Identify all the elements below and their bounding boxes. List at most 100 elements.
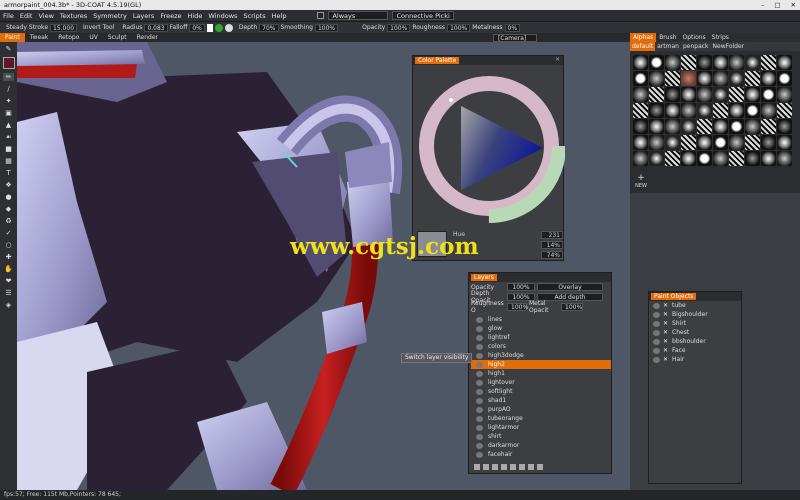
eraser-icon[interactable]: ▣: [3, 109, 14, 117]
alpha-thumbnail[interactable]: [649, 103, 664, 118]
move-up-icon[interactable]: [510, 463, 516, 470]
layer-item[interactable]: glow: [471, 324, 611, 333]
paint-object-item[interactable]: ✕ Hair: [649, 355, 741, 364]
alpha-thumbnail[interactable]: [665, 55, 680, 70]
line-icon[interactable]: ∕: [3, 85, 14, 93]
text-icon[interactable]: T: [3, 169, 14, 177]
paint-object-item[interactable]: ✕ Bigshoulder: [649, 310, 741, 319]
alpha-thumbnail[interactable]: [713, 119, 728, 134]
layer-item[interactable]: softlight: [471, 387, 611, 396]
alpha-thumbnail[interactable]: [697, 87, 712, 102]
roughness-field[interactable]: 100%: [447, 23, 471, 32]
hue-marker[interactable]: [449, 98, 453, 102]
tab-strips[interactable]: Strips: [709, 33, 732, 42]
layer-item-selected[interactable]: high2: [471, 360, 611, 369]
menu-textures[interactable]: Textures: [57, 12, 90, 20]
layer-item[interactable]: purpAO: [471, 405, 611, 414]
eye-icon[interactable]: [476, 352, 483, 359]
eye-icon[interactable]: [476, 370, 483, 377]
layer-item[interactable]: high3dodge: [471, 351, 611, 360]
radius-field[interactable]: 0.083: [144, 23, 168, 32]
lock-x-icon[interactable]: ✕: [663, 328, 668, 337]
falloff-field[interactable]: 0%: [189, 23, 205, 32]
alpha-thumbnail[interactable]: [713, 135, 728, 150]
alpha-thumbnail[interactable]: [681, 87, 696, 102]
tab-render[interactable]: Render: [132, 33, 163, 42]
eye-icon[interactable]: [653, 311, 660, 318]
hand-icon[interactable]: ✋: [3, 265, 14, 273]
airbrush-icon[interactable]: ✦: [3, 97, 14, 105]
always-dropdown[interactable]: Always: [328, 11, 389, 20]
alpha-thumbnail[interactable]: [777, 71, 792, 86]
alpha-thumbnail[interactable]: [665, 103, 680, 118]
white-dot-icon[interactable]: [224, 23, 233, 32]
alpha-thumbnail[interactable]: [665, 135, 680, 150]
layer-item[interactable]: lines: [471, 315, 611, 324]
stamp-icon[interactable]: ■: [3, 145, 14, 153]
layer-item[interactable]: facehair: [471, 450, 611, 459]
duplicate-layer-icon[interactable]: [492, 463, 498, 470]
alpha-thumbnail[interactable]: [681, 119, 696, 134]
folder-default[interactable]: default: [630, 42, 656, 51]
lock-x-icon[interactable]: ✕: [663, 319, 668, 328]
smoothing-field[interactable]: 100%: [314, 23, 339, 32]
alpha-thumbnail[interactable]: [745, 135, 760, 150]
butterfly-icon[interactable]: ❤: [3, 277, 14, 285]
alpha-thumbnail[interactable]: [745, 103, 760, 118]
alpha-thumbnail[interactable]: [633, 135, 648, 150]
alpha-thumbnail[interactable]: [761, 103, 776, 118]
menu-help[interactable]: Help: [269, 12, 290, 20]
metal-opacity-field[interactable]: 100%: [561, 303, 583, 311]
transform-2-icon[interactable]: ◈: [3, 301, 14, 309]
tab-paint[interactable]: Paint: [0, 33, 25, 42]
layer-item[interactable]: lightref: [471, 333, 611, 342]
alpha-thumbnail[interactable]: [777, 119, 792, 134]
alpha-thumbnail[interactable]: [665, 87, 680, 102]
alpha-thumbnail[interactable]: [633, 103, 648, 118]
menu-freeze[interactable]: Freeze: [157, 12, 184, 20]
alpha-thumbnail[interactable]: [633, 71, 648, 86]
alpha-thumbnail[interactable]: [697, 119, 712, 134]
alpha-thumbnail[interactable]: [697, 55, 712, 70]
eye-icon[interactable]: [476, 325, 483, 332]
paint-object-item[interactable]: ✕ Chest: [649, 328, 741, 337]
alpha-thumbnail[interactable]: [777, 135, 792, 150]
paint-object-item[interactable]: ✕ Face: [649, 346, 741, 355]
eye-icon[interactable]: [476, 316, 483, 323]
folder-icon[interactable]: [528, 463, 534, 470]
always-checkbox[interactable]: [317, 12, 325, 19]
close-icon[interactable]: ✕: [555, 56, 560, 63]
layer-item[interactable]: lightover: [471, 378, 611, 387]
saturation-field[interactable]: 14%: [541, 241, 563, 249]
move-icon[interactable]: ✚: [3, 253, 14, 261]
alpha-thumbnail[interactable]: [745, 151, 760, 166]
minimize-icon[interactable]: –: [761, 0, 764, 10]
eye-icon[interactable]: [476, 334, 483, 341]
menu-symmetry[interactable]: Symmetry: [90, 12, 130, 20]
menu-view[interactable]: View: [35, 12, 56, 20]
roughness-opacity-field[interactable]: 100%: [507, 303, 528, 311]
clear-layer-icon[interactable]: [537, 463, 543, 470]
lock-x-icon[interactable]: ✕: [663, 310, 668, 319]
gradient-icon[interactable]: ▦: [3, 157, 14, 165]
eye-icon[interactable]: [653, 356, 660, 363]
paint-object-item[interactable]: ✕ bbshoulder: [649, 337, 741, 346]
new-layer-icon[interactable]: [474, 463, 480, 470]
tab-tweak[interactable]: Tweak: [25, 33, 53, 42]
menu-edit[interactable]: Edit: [17, 12, 36, 20]
blend-mode-dropdown[interactable]: Overlay: [537, 283, 603, 291]
alpha-thumbnail[interactable]: [777, 55, 792, 70]
alpha-thumbnail[interactable]: [649, 87, 664, 102]
alpha-thumbnail[interactable]: [777, 151, 792, 166]
lock-x-icon[interactable]: ✕: [663, 337, 668, 346]
menu-layers[interactable]: Layers: [130, 12, 158, 20]
alpha-thumbnail[interactable]: [633, 119, 648, 134]
depth-field[interactable]: 70%: [259, 23, 279, 32]
paint-object-item[interactable]: ✕ tube: [649, 301, 741, 310]
options-icon[interactable]: ☰: [3, 289, 14, 297]
value-field[interactable]: 74%: [541, 251, 563, 259]
tab-uv[interactable]: UV: [84, 33, 103, 42]
alpha-thumbnail[interactable]: [649, 135, 664, 150]
green-dot-icon[interactable]: [214, 23, 223, 32]
eye-icon[interactable]: [476, 406, 483, 413]
